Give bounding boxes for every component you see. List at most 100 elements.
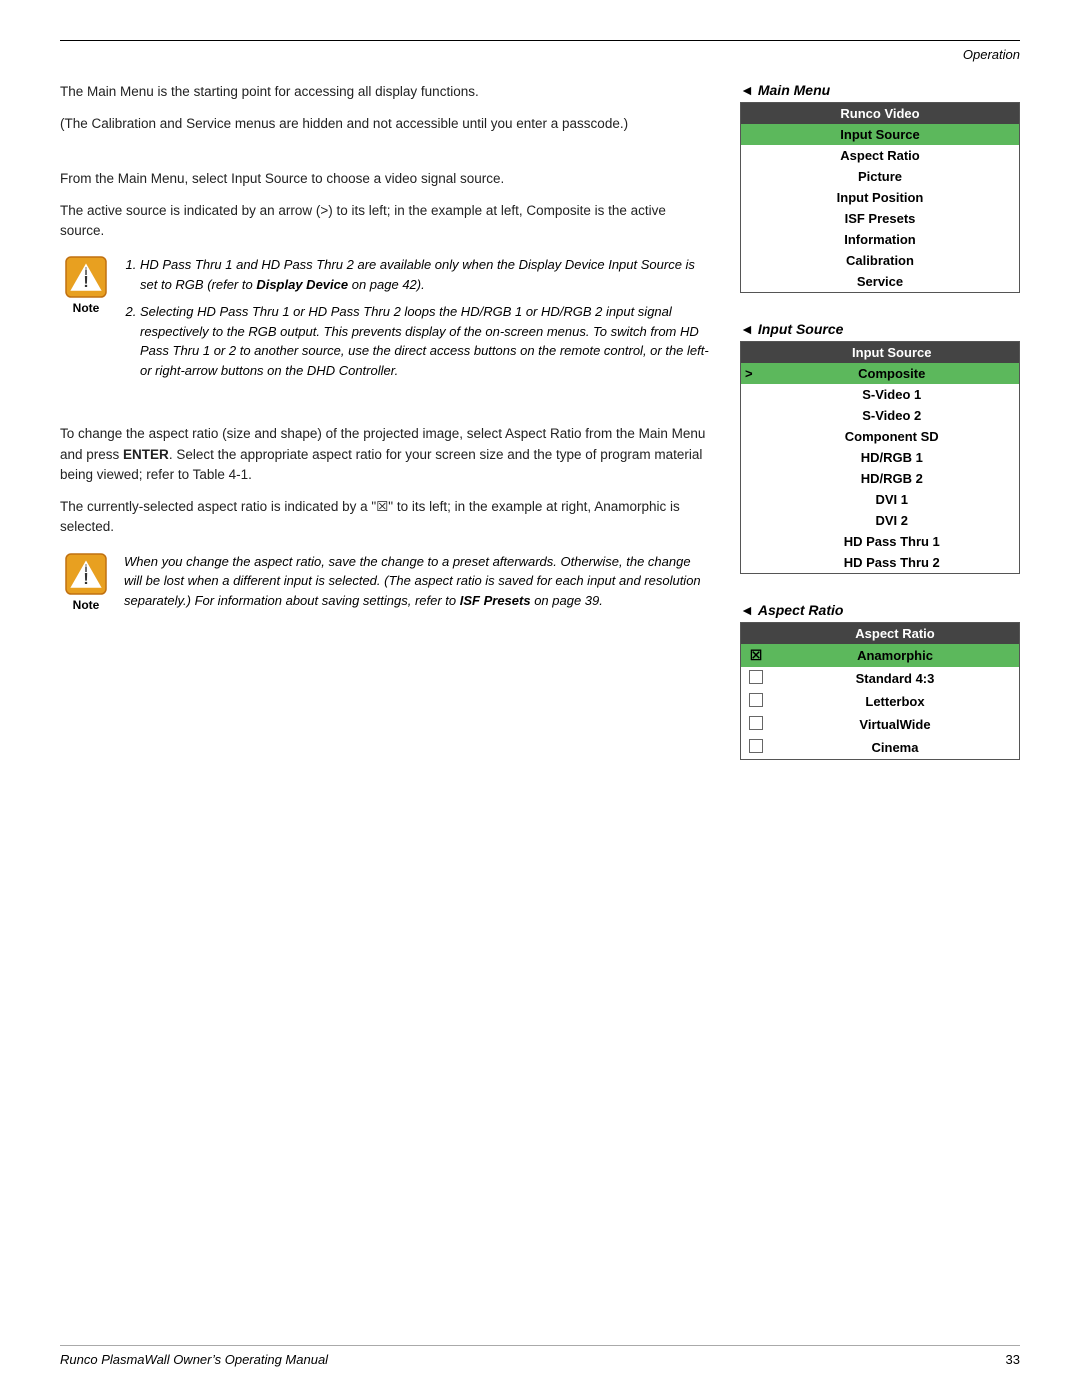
note1-item-2: Selecting HD Pass Thru 1 or HD Pass Thru… [140, 302, 710, 380]
main-menu-triangle: ◄ [740, 82, 754, 98]
note-icon-svg-2: ! i [64, 552, 108, 596]
input-source-indicator-7 [741, 489, 765, 510]
para2: (The Calibration and Service menus are h… [60, 114, 710, 134]
input-source-item-10: HD Pass Thru 2 [765, 552, 1020, 574]
main-menu-row-3: Picture [741, 166, 1020, 187]
aspect-ratio-row-0: Aspect Ratio [741, 623, 1020, 645]
input-source-indicator-8 [741, 510, 765, 531]
input-source-row-3: S-Video 2 [741, 405, 1020, 426]
input-source-item-0: Input Source [765, 342, 1020, 364]
aspect-ratio-cb-0 [741, 623, 772, 645]
main-menu-row-7: Calibration [741, 250, 1020, 271]
input-source-row-5: HD/RGB 1 [741, 447, 1020, 468]
aspect-ratio-item-5: Cinema [771, 736, 1020, 760]
note-text-2: When you change the aspect ratio, save t… [124, 552, 710, 612]
main-menu-table: Runco Video Input Source Aspect Ratio Pi… [740, 102, 1020, 293]
page: Operation The Main Menu is the starting … [0, 0, 1080, 1397]
input-source-row-6: HD/RGB 2 [741, 468, 1020, 489]
main-menu-item-5: ISF Presets [741, 208, 1020, 229]
aspect-ratio-title: ◄Aspect Ratio [740, 602, 1020, 618]
main-menu-row-6: Information [741, 229, 1020, 250]
input-source-item-5: HD/RGB 1 [765, 447, 1020, 468]
input-source-item-7: DVI 1 [765, 489, 1020, 510]
footer-page-number: 33 [1006, 1352, 1020, 1367]
input-source-item-6: HD/RGB 2 [765, 468, 1020, 489]
operation-label: Operation [963, 47, 1020, 62]
input-source-row-0: Input Source [741, 342, 1020, 364]
input-source-indicator-3 [741, 405, 765, 426]
aspect-ratio-cb-4 [741, 713, 772, 736]
aspect-ratio-section: ◄Aspect Ratio Aspect Ratio ☒ Anamorphic [740, 602, 1020, 760]
note-text-1: HD Pass Thru 1 and HD Pass Thru 2 are av… [124, 255, 710, 388]
input-source-table: Input Source > Composite S-Video 1 S-Vid… [740, 341, 1020, 574]
aspect-ratio-cb-1: ☒ [741, 644, 772, 667]
input-source-indicator-2 [741, 384, 765, 405]
note-icon-2: ! i Note [60, 552, 112, 612]
main-menu-row-1: Input Source [741, 124, 1020, 145]
input-source-triangle: ◄ [740, 321, 754, 337]
main-menu-item-3: Picture [741, 166, 1020, 187]
operation-header: Operation [60, 47, 1020, 62]
input-source-item-8: DVI 2 [765, 510, 1020, 531]
aspect-ratio-item-2: Standard 4:3 [771, 667, 1020, 690]
para4: The active source is indicated by an arr… [60, 201, 710, 242]
input-source-row-4: Component SD [741, 426, 1020, 447]
main-menu-row-2: Aspect Ratio [741, 145, 1020, 166]
input-source-indicator-1: > [741, 363, 765, 384]
left-column: The Main Menu is the starting point for … [60, 82, 710, 788]
aspect-ratio-row-2: Standard 4:3 [741, 667, 1020, 690]
input-source-row-7: DVI 1 [741, 489, 1020, 510]
input-source-title: ◄Input Source [740, 321, 1020, 337]
input-source-indicator-6 [741, 468, 765, 489]
para3: From the Main Menu, select Input Source … [60, 169, 710, 189]
main-menu-item-7: Calibration [741, 250, 1020, 271]
main-menu-item-0: Runco Video [741, 103, 1020, 125]
para6: The currently-selected aspect ratio is i… [60, 497, 710, 538]
main-menu-item-8: Service [741, 271, 1020, 293]
svg-text:i: i [85, 564, 88, 575]
input-source-indicator-5 [741, 447, 765, 468]
note1-item-1: HD Pass Thru 1 and HD Pass Thru 2 are av… [140, 255, 710, 294]
svg-text:i: i [85, 267, 88, 278]
aspect-ratio-item-3: Letterbox [771, 690, 1020, 713]
input-source-item-9: HD Pass Thru 1 [765, 531, 1020, 552]
input-source-indicator-10 [741, 552, 765, 574]
note-label-2: Note [73, 598, 100, 612]
input-source-item-4: Component SD [765, 426, 1020, 447]
main-menu-title: ◄Main Menu [740, 82, 1020, 98]
aspect-ratio-triangle: ◄ [740, 602, 754, 618]
input-source-row-1: > Composite [741, 363, 1020, 384]
input-source-row-9: HD Pass Thru 1 [741, 531, 1020, 552]
main-menu-item-2: Aspect Ratio [741, 145, 1020, 166]
aspect-ratio-item-1: Anamorphic [771, 644, 1020, 667]
main-menu-item-4: Input Position [741, 187, 1020, 208]
input-source-section: ◄Input Source Input Source > Composite S… [740, 321, 1020, 574]
input-source-item-1: Composite [765, 363, 1020, 384]
input-source-item-3: S-Video 2 [765, 405, 1020, 426]
footer-left: Runco PlasmaWall Owner’s Operating Manua… [60, 1352, 328, 1367]
note-icon-svg-1: ! i [64, 255, 108, 299]
aspect-ratio-row-4: VirtualWide [741, 713, 1020, 736]
input-source-indicator-0 [741, 342, 765, 364]
input-source-indicator-4 [741, 426, 765, 447]
main-menu-row-8: Service [741, 271, 1020, 293]
aspect-ratio-item-4: VirtualWide [771, 713, 1020, 736]
input-source-row-8: DVI 2 [741, 510, 1020, 531]
input-source-indicator-9 [741, 531, 765, 552]
note-block-2: ! i Note When you change the aspect rati… [60, 552, 710, 612]
note-label-1: Note [73, 301, 100, 315]
main-content: The Main Menu is the starting point for … [60, 82, 1020, 788]
aspect-ratio-cb-5 [741, 736, 772, 760]
main-menu-row-5: ISF Presets [741, 208, 1020, 229]
aspect-ratio-row-1: ☒ Anamorphic [741, 644, 1020, 667]
aspect-ratio-row-5: Cinema [741, 736, 1020, 760]
main-menu-row-0: Runco Video [741, 103, 1020, 125]
aspect-ratio-table: Aspect Ratio ☒ Anamorphic Standard 4:3 [740, 622, 1020, 760]
aspect-ratio-row-3: Letterbox [741, 690, 1020, 713]
footer: Runco PlasmaWall Owner’s Operating Manua… [60, 1345, 1020, 1367]
right-column: ◄Main Menu Runco Video Input Source Aspe… [740, 82, 1020, 788]
note-icon-1: ! i Note [60, 255, 112, 388]
main-menu-row-4: Input Position [741, 187, 1020, 208]
top-rule [60, 40, 1020, 41]
note-block-1: ! i Note HD Pass Thru 1 and HD Pass Thru… [60, 255, 710, 388]
